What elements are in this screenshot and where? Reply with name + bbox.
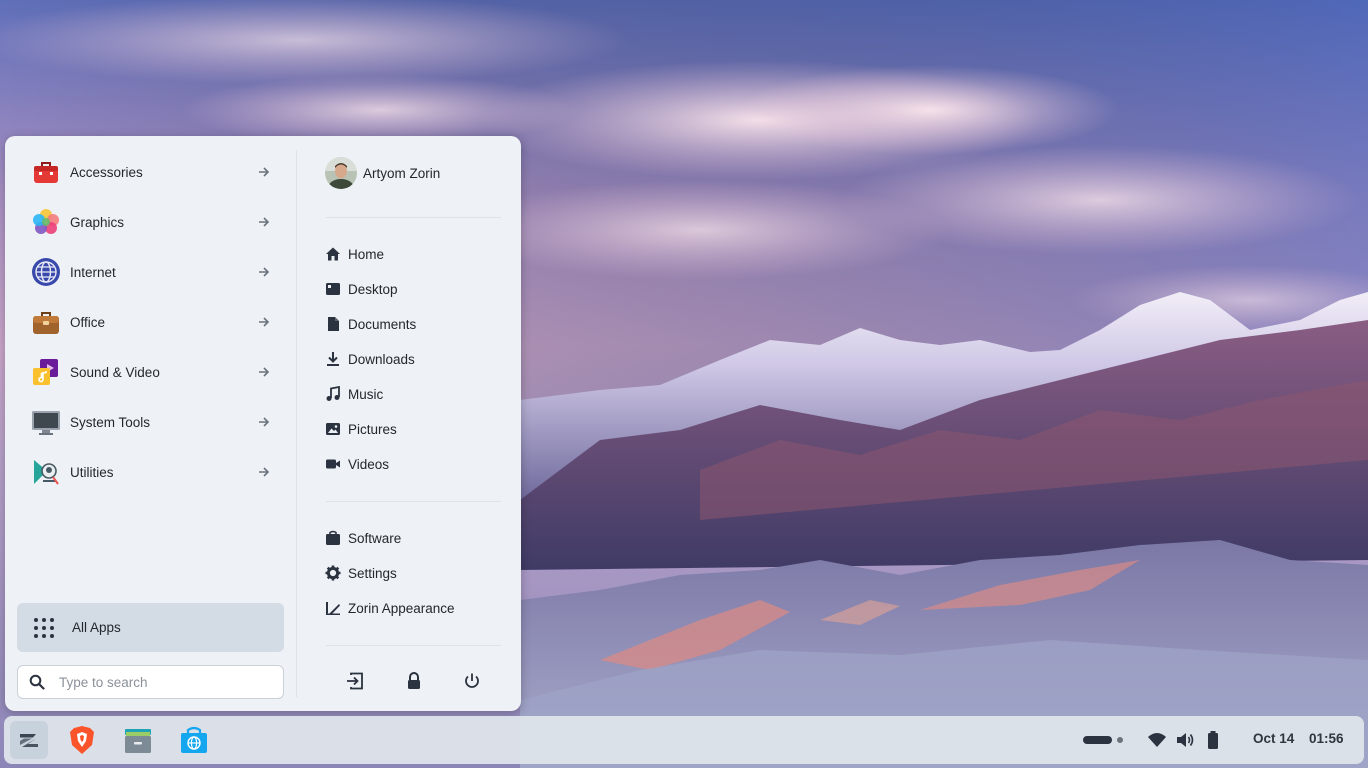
category-sound-video[interactable]: Sound & Video	[17, 350, 283, 394]
place-label: Music	[348, 386, 384, 402]
divider	[326, 501, 501, 502]
place-label: Pictures	[348, 421, 397, 437]
place-music[interactable]: Music	[325, 381, 383, 407]
user-account-button[interactable]: Artyom Zorin	[325, 156, 440, 190]
toolbox-icon	[34, 162, 58, 183]
place-downloads[interactable]: Downloads	[325, 346, 415, 372]
launcher-software[interactable]: Software	[325, 525, 401, 551]
place-label: Home	[348, 246, 385, 262]
app-grid-icon	[34, 617, 54, 638]
clock-date[interactable]: Oct 14	[1253, 731, 1294, 746]
arrow-right-icon	[259, 417, 270, 427]
appearance-icon	[326, 602, 340, 615]
place-label: Documents	[348, 316, 417, 332]
search-icon	[29, 674, 45, 690]
place-videos[interactable]: Videos	[325, 451, 389, 477]
search-input[interactable]	[57, 673, 261, 691]
arrow-right-icon	[259, 267, 270, 277]
wifi-icon[interactable]	[1147, 730, 1167, 750]
brave-browser-button[interactable]	[63, 721, 101, 759]
place-label: Desktop	[348, 281, 398, 297]
launcher-label: Settings	[348, 565, 397, 581]
music-note-icon	[326, 386, 340, 401]
power-button[interactable]	[462, 671, 482, 691]
category-label: Accessories	[70, 164, 143, 180]
avatar	[325, 157, 357, 189]
user-name: Artyom Zorin	[363, 165, 441, 181]
place-documents[interactable]: Documents	[325, 311, 416, 337]
software-icon	[326, 530, 340, 545]
software-store-button[interactable]	[175, 721, 213, 759]
category-label: Sound & Video	[70, 364, 160, 380]
lock-button[interactable]	[404, 671, 424, 691]
category-label: System Tools	[70, 414, 151, 430]
download-icon	[327, 352, 339, 366]
category-graphics[interactable]: Graphics	[17, 200, 283, 244]
category-label: Graphics	[70, 214, 125, 230]
place-label: Downloads	[348, 351, 415, 367]
category-label: Office	[70, 314, 106, 330]
video-icon	[326, 459, 340, 469]
brave-browser-icon	[70, 726, 94, 754]
launcher-settings[interactable]: Settings	[325, 560, 397, 586]
workspace-indicator[interactable]	[1082, 730, 1128, 750]
category-office[interactable]: Office	[17, 300, 283, 344]
document-icon	[328, 317, 339, 331]
volume-icon[interactable]	[1175, 730, 1195, 750]
category-utilities[interactable]: Utilities	[17, 450, 283, 494]
desktop-icon	[326, 283, 340, 295]
home-icon	[326, 247, 340, 261]
category-system-tools[interactable]: System Tools	[17, 400, 283, 444]
places-panel: Artyom Zorin Home Desktop Documents Down…	[297, 136, 521, 711]
place-desktop[interactable]: Desktop	[325, 276, 398, 302]
category-panel: Accessories Graphics Internet Office Sou…	[5, 136, 296, 711]
place-pictures[interactable]: Pictures	[325, 416, 397, 442]
zorin-menu-button[interactable]	[10, 721, 48, 759]
battery-icon[interactable]	[1204, 730, 1222, 750]
arrow-right-icon	[259, 467, 270, 477]
arrow-right-icon	[259, 217, 270, 227]
music-icon	[33, 359, 58, 385]
launcher-label: Zorin Appearance	[348, 600, 455, 616]
files-icon	[125, 729, 151, 753]
category-label: Utilities	[70, 464, 114, 480]
all-apps-label: All Apps	[72, 620, 121, 635]
picture-icon	[326, 423, 340, 435]
launcher-zorin-appearance[interactable]: Zorin Appearance	[325, 595, 455, 621]
divider	[326, 645, 501, 646]
place-label: Videos	[348, 456, 390, 472]
taskbar: Oct 14 01:56	[4, 716, 1364, 764]
zorin-menu-icon	[20, 734, 38, 747]
category-label: Internet	[70, 264, 116, 280]
launcher-label: Software	[348, 530, 402, 546]
arrow-right-icon	[259, 167, 270, 177]
gear-icon	[325, 565, 341, 581]
arrow-right-icon	[259, 367, 270, 377]
category-internet[interactable]: Internet	[17, 250, 283, 294]
software-store-icon	[181, 726, 207, 753]
search-box[interactable]	[17, 665, 284, 699]
graphics-icon	[33, 209, 59, 234]
briefcase-icon	[33, 312, 59, 334]
arrow-right-icon	[259, 317, 270, 327]
globe-icon	[32, 258, 60, 286]
category-accessories[interactable]: Accessories	[17, 150, 283, 194]
utilities-icon	[34, 460, 59, 485]
monitor-icon	[32, 411, 60, 435]
log-out-button[interactable]	[345, 671, 365, 691]
divider	[326, 217, 501, 218]
start-menu: Accessories Graphics Internet Office Sou…	[5, 136, 521, 711]
all-apps-button[interactable]: All Apps	[17, 603, 284, 652]
files-button[interactable]	[119, 721, 157, 759]
clock-time[interactable]: 01:56	[1309, 731, 1344, 746]
place-home[interactable]: Home	[325, 241, 384, 267]
